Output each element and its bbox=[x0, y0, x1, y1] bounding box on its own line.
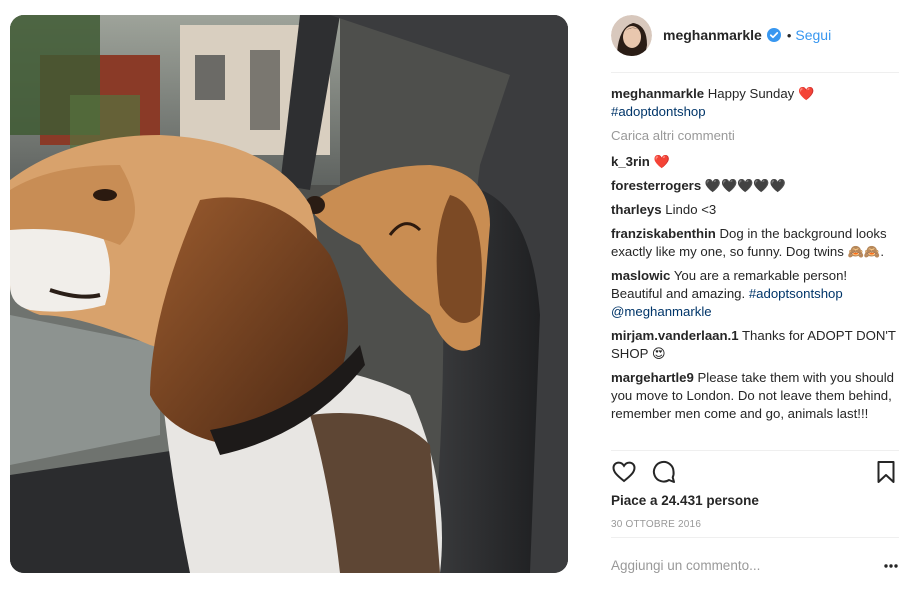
comment-hashtag[interactable]: #adoptsontshop bbox=[749, 286, 843, 301]
comment-item: k_3rin ❤️ bbox=[611, 153, 899, 171]
post-actions bbox=[611, 458, 899, 488]
comment-user[interactable]: margehartle9 bbox=[611, 370, 694, 385]
add-comment-input[interactable]: Aggiungi un commento... bbox=[611, 558, 760, 573]
comment-emoji: 😍 bbox=[651, 346, 666, 361]
comments-list: meghanmarkle Happy Sunday ❤️ #adoptdonts… bbox=[611, 85, 899, 450]
comment-item: margehartle9 Please take them with you s… bbox=[611, 369, 899, 423]
caption-text: Happy Sunday bbox=[707, 86, 795, 101]
caption: meghanmarkle Happy Sunday ❤️ #adoptdonts… bbox=[611, 85, 899, 121]
follow-button[interactable]: Segui bbox=[795, 27, 831, 43]
header-separator: • bbox=[786, 27, 792, 43]
caption-user[interactable]: meghanmarkle bbox=[611, 86, 704, 101]
author-handle[interactable]: meghanmarkle bbox=[663, 27, 762, 43]
dogs-in-car-image bbox=[10, 15, 568, 573]
comment-text: Lindo <3 bbox=[665, 202, 717, 217]
avatar[interactable] bbox=[611, 14, 652, 56]
comment-item: maslowic You are a remarkable person! Be… bbox=[611, 267, 899, 321]
comment-item: tharleys Lindo <3 bbox=[611, 201, 899, 219]
comment-user[interactable]: foresterrogers bbox=[611, 178, 701, 193]
comment-user[interactable]: k_3rin bbox=[611, 154, 650, 169]
comment-emoji: 🙈🙈. bbox=[847, 244, 885, 259]
more-dots-icon[interactable] bbox=[883, 558, 899, 574]
divider bbox=[611, 537, 899, 538]
comment-emoji: 🖤🖤🖤🖤🖤 bbox=[704, 178, 786, 193]
comment-item: foresterrogers 🖤🖤🖤🖤🖤 bbox=[611, 177, 899, 195]
load-more-comments[interactable]: Carica altri commenti bbox=[611, 127, 899, 145]
speech-bubble-icon[interactable] bbox=[651, 459, 677, 485]
heart-outline-icon[interactable] bbox=[611, 459, 637, 485]
divider bbox=[611, 450, 899, 451]
comment-item: franziskabenthin Dog in the background l… bbox=[611, 225, 899, 261]
post-date[interactable]: 30 OTTOBRE 2016 bbox=[611, 519, 701, 530]
comment-emoji: ❤️ bbox=[653, 154, 670, 169]
post-header: meghanmarkle • Segui bbox=[611, 13, 899, 57]
caption-hashtag[interactable]: #adoptdontshop bbox=[611, 104, 706, 119]
comment-user[interactable]: tharleys bbox=[611, 202, 662, 217]
comment-mention[interactable]: @meghanmarkle bbox=[611, 304, 712, 319]
divider bbox=[611, 72, 899, 73]
likes-count[interactable]: Piace a 24.431 persone bbox=[611, 493, 759, 508]
caption-emoji: ❤️ bbox=[797, 86, 815, 101]
comment-user[interactable]: mirjam.vanderlaan.1 bbox=[611, 328, 739, 343]
post-details-pane: meghanmarkle • Segui meghanmarkle Happy … bbox=[611, 0, 899, 593]
comment-user[interactable]: franziskabenthin bbox=[611, 226, 716, 241]
bookmark-icon[interactable] bbox=[875, 460, 897, 484]
verified-badge-icon bbox=[766, 28, 781, 42]
comment-item: mirjam.vanderlaan.1 Thanks for ADOPT DON… bbox=[611, 327, 899, 363]
post-photo[interactable] bbox=[10, 15, 568, 573]
comment-user[interactable]: maslowic bbox=[611, 268, 670, 283]
